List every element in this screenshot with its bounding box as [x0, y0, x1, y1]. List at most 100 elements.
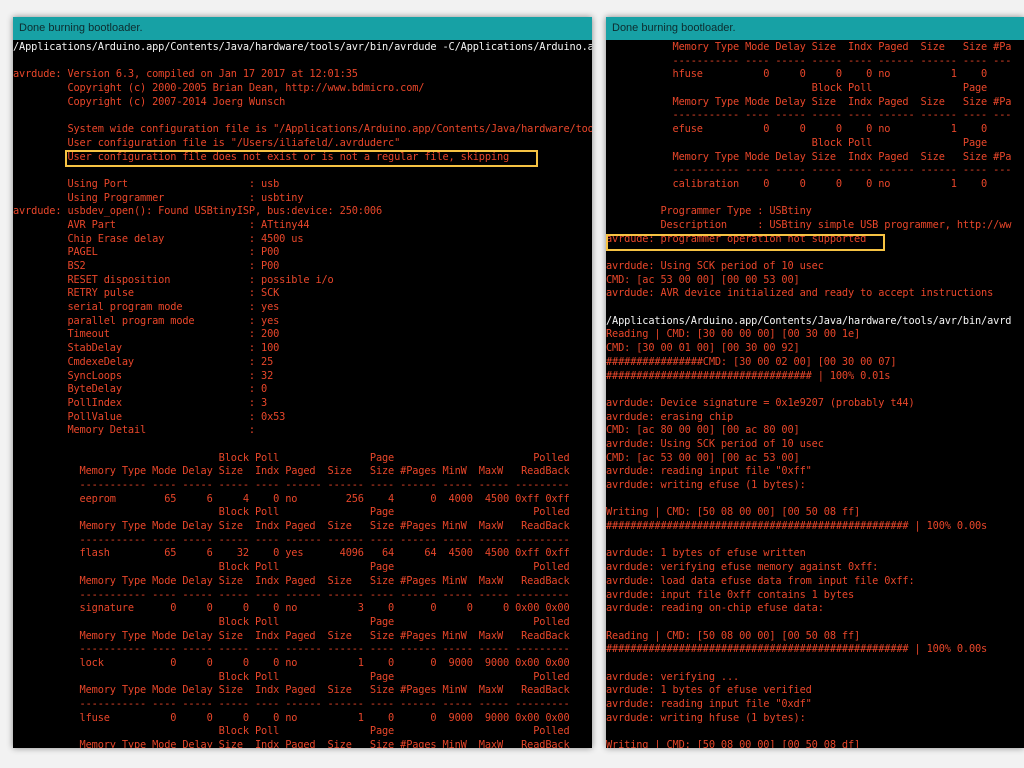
console-line: avrdude: verifying efuse memory against … [606, 561, 879, 574]
console-line: Memory Type Mode Delay Size Indx Paged S… [13, 574, 570, 587]
console-line: PollValue : 0x53 [13, 410, 286, 423]
console-line: Memory Type Mode Delay Size Indx Paged S… [13, 739, 570, 748]
console-line: BS2 : P00 [13, 260, 280, 272]
console-line: ----------- ---- ----- ----- ---- ------… [606, 54, 1012, 67]
console-line: Block Poll Page [606, 82, 988, 95]
console-line: avrdude: load data efuse data from input… [606, 574, 915, 587]
console-line: avrdude: usbdev_open(): Found USBtinyISP… [13, 205, 383, 218]
console-line: Programmer Type : USBtiny [606, 205, 812, 218]
status-bar: Done burning bootloader. [13, 17, 592, 40]
console-line: avrdude: writing efuse (1 bytes): [606, 479, 806, 491]
console-line: efuse 0 0 0 0 no 1 0 [606, 123, 988, 136]
console-line: avrdude: writing hfuse (1 bytes): [606, 711, 806, 724]
console-line: CMD: [30 00 01 00] [00 30 00 92] [606, 342, 800, 355]
console-line: avrdude: input file 0xff contains 1 byte… [606, 588, 855, 601]
console-line: Block Poll Page Polled [13, 561, 570, 574]
console-line: Memory Type Mode Delay Size Indx Paged S… [606, 95, 1012, 108]
console-line: ################CMD: [30 00 02 00] [00 3… [606, 355, 897, 368]
console-line: SyncLoops : 32 [13, 369, 274, 382]
console-line: Timeout : 200 [13, 328, 280, 341]
console-line: Description : USBtiny simple USB program… [606, 218, 1012, 231]
console-line: ########################################… [606, 643, 988, 656]
console-line: ########################################… [606, 520, 988, 533]
console-line: System wide configuration file is "/Appl… [13, 123, 592, 136]
console-line: Memory Type Mode Delay Size Indx Paged S… [13, 465, 570, 478]
console-line: avrdude: Using SCK period of 10 usec [606, 437, 824, 450]
console-window-right: Done burning bootloader. Memory Type Mod… [606, 17, 1024, 748]
console-line: RETRY pulse : SCK [13, 287, 280, 300]
console-line: avrdude: reading input file "0xdf" [606, 698, 812, 710]
console-line: User configuration file is "/Users/iliaf… [13, 136, 401, 149]
console-output[interactable]: Memory Type Mode Delay Size Indx Paged S… [606, 41, 1024, 748]
console-line: ################################## | 100… [606, 369, 891, 382]
console-line: Block Poll Page Polled [13, 615, 570, 628]
console-line: calibration 0 0 0 0 no 1 0 [606, 177, 988, 190]
console-line: Block Poll Page [606, 136, 988, 149]
console-line: ----------- ---- ----- ----- ---- ------… [13, 533, 570, 546]
status-bar: Done burning bootloader. [606, 17, 1024, 40]
console-line: Block Poll Page Polled [13, 451, 570, 464]
console-line: CMD: [ac 80 00 00] [00 ac 80 00] [606, 424, 800, 437]
console-line: AVR Part : ATtiny44 [13, 218, 310, 231]
console-line: Block Poll Page Polled [13, 725, 570, 738]
console-line: CMD: [ac 53 00 00] [00 00 53 00] [606, 273, 800, 286]
console-line: avrdude: reading input file "0xff" [606, 465, 812, 478]
console-line: Memory Type Mode Delay Size Indx Paged S… [606, 150, 1012, 163]
console-line: ----------- ---- ----- ----- ---- ------… [13, 698, 570, 710]
console-line: StabDelay : 100 [13, 342, 280, 355]
console-line: Memory Type Mode Delay Size Indx Paged S… [13, 520, 570, 533]
console-line: CMD: [ac 53 00 00] [00 ac 53 00] [606, 451, 800, 464]
command-line: /Applications/Arduino.app/Contents/Java/… [606, 314, 1012, 327]
console-line: Block Poll Page Polled [13, 506, 570, 519]
console-line: Using Programmer : usbtiny [13, 191, 304, 204]
console-line: signature 0 0 0 0 no 3 0 0 0 0 0x00 0x00 [13, 602, 570, 615]
console-window-left: Done burning bootloader. /Applications/A… [13, 17, 592, 748]
console-line: Using Port : usb [13, 177, 280, 190]
console-line: Reading | CMD: [30 00 00 00] [00 30 00 1… [606, 328, 861, 341]
console-line: parallel program mode : yes [13, 314, 280, 327]
console-line: avrdude: reading on-chip efuse data: [606, 602, 824, 615]
console-line: Copyright (c) 2007-2014 Joerg Wunsch [13, 95, 286, 108]
console-line: Reading | CMD: [50 08 00 00] [00 50 08 f… [606, 629, 861, 642]
console-line: ----------- ---- ----- ----- ---- ------… [13, 588, 570, 601]
console-line: lfuse 0 0 0 0 no 1 0 0 9000 9000 0x00 0x… [13, 711, 570, 724]
console-line: avrdude: 1 bytes of efuse verified [606, 684, 812, 697]
highlight-box-config-warning [65, 150, 538, 167]
console-line: Chip Erase delay : 4500 us [13, 232, 304, 245]
console-line: ----------- ---- ----- ----- ---- ------… [13, 479, 570, 491]
console-line: Memory Type Mode Delay Size Indx Paged S… [13, 629, 570, 642]
console-line: avrdude: AVR device initialized and read… [606, 287, 994, 300]
console-line: flash 65 6 32 0 yes 4096 64 64 4500 4500… [13, 547, 570, 560]
console-line: PAGEL : P00 [13, 246, 280, 259]
console-line: avrdude: verifying ... [606, 670, 740, 683]
console-line: avrdude: erasing chip [606, 410, 734, 423]
command-line: /Applications/Arduino.app/Contents/Java/… [13, 41, 592, 53]
console-line: ----------- ---- ----- ----- ---- ------… [606, 109, 1012, 122]
highlight-box-programmer-error [606, 234, 885, 251]
console-output[interactable]: /Applications/Arduino.app/Contents/Java/… [13, 41, 592, 748]
console-line: ----------- ---- ----- ----- ---- ------… [606, 164, 1012, 177]
console-line: avrdude: Using SCK period of 10 usec [606, 260, 824, 272]
console-line: Memory Type Mode Delay Size Indx Paged S… [13, 684, 570, 697]
console-line: PollIndex : 3 [13, 396, 268, 409]
console-line: Memory Detail : [13, 424, 255, 437]
console-line: lock 0 0 0 0 no 1 0 0 9000 9000 0x00 0x0… [13, 656, 570, 669]
console-line: Copyright (c) 2000-2005 Brian Dean, http… [13, 82, 425, 95]
console-line: avrdude: Version 6.3, compiled on Jan 17… [13, 68, 358, 81]
console-line: hfuse 0 0 0 0 no 1 0 [606, 68, 988, 81]
console-line: Memory Type Mode Delay Size Indx Paged S… [606, 41, 1012, 53]
console-line: eeprom 65 6 4 0 no 256 4 0 4000 4500 0xf… [13, 492, 570, 505]
console-line: serial program mode : yes [13, 301, 280, 314]
console-line: Writing | CMD: [50 08 00 00] [00 50 08 f… [606, 506, 861, 519]
console-line: ByteDelay : 0 [13, 383, 268, 396]
